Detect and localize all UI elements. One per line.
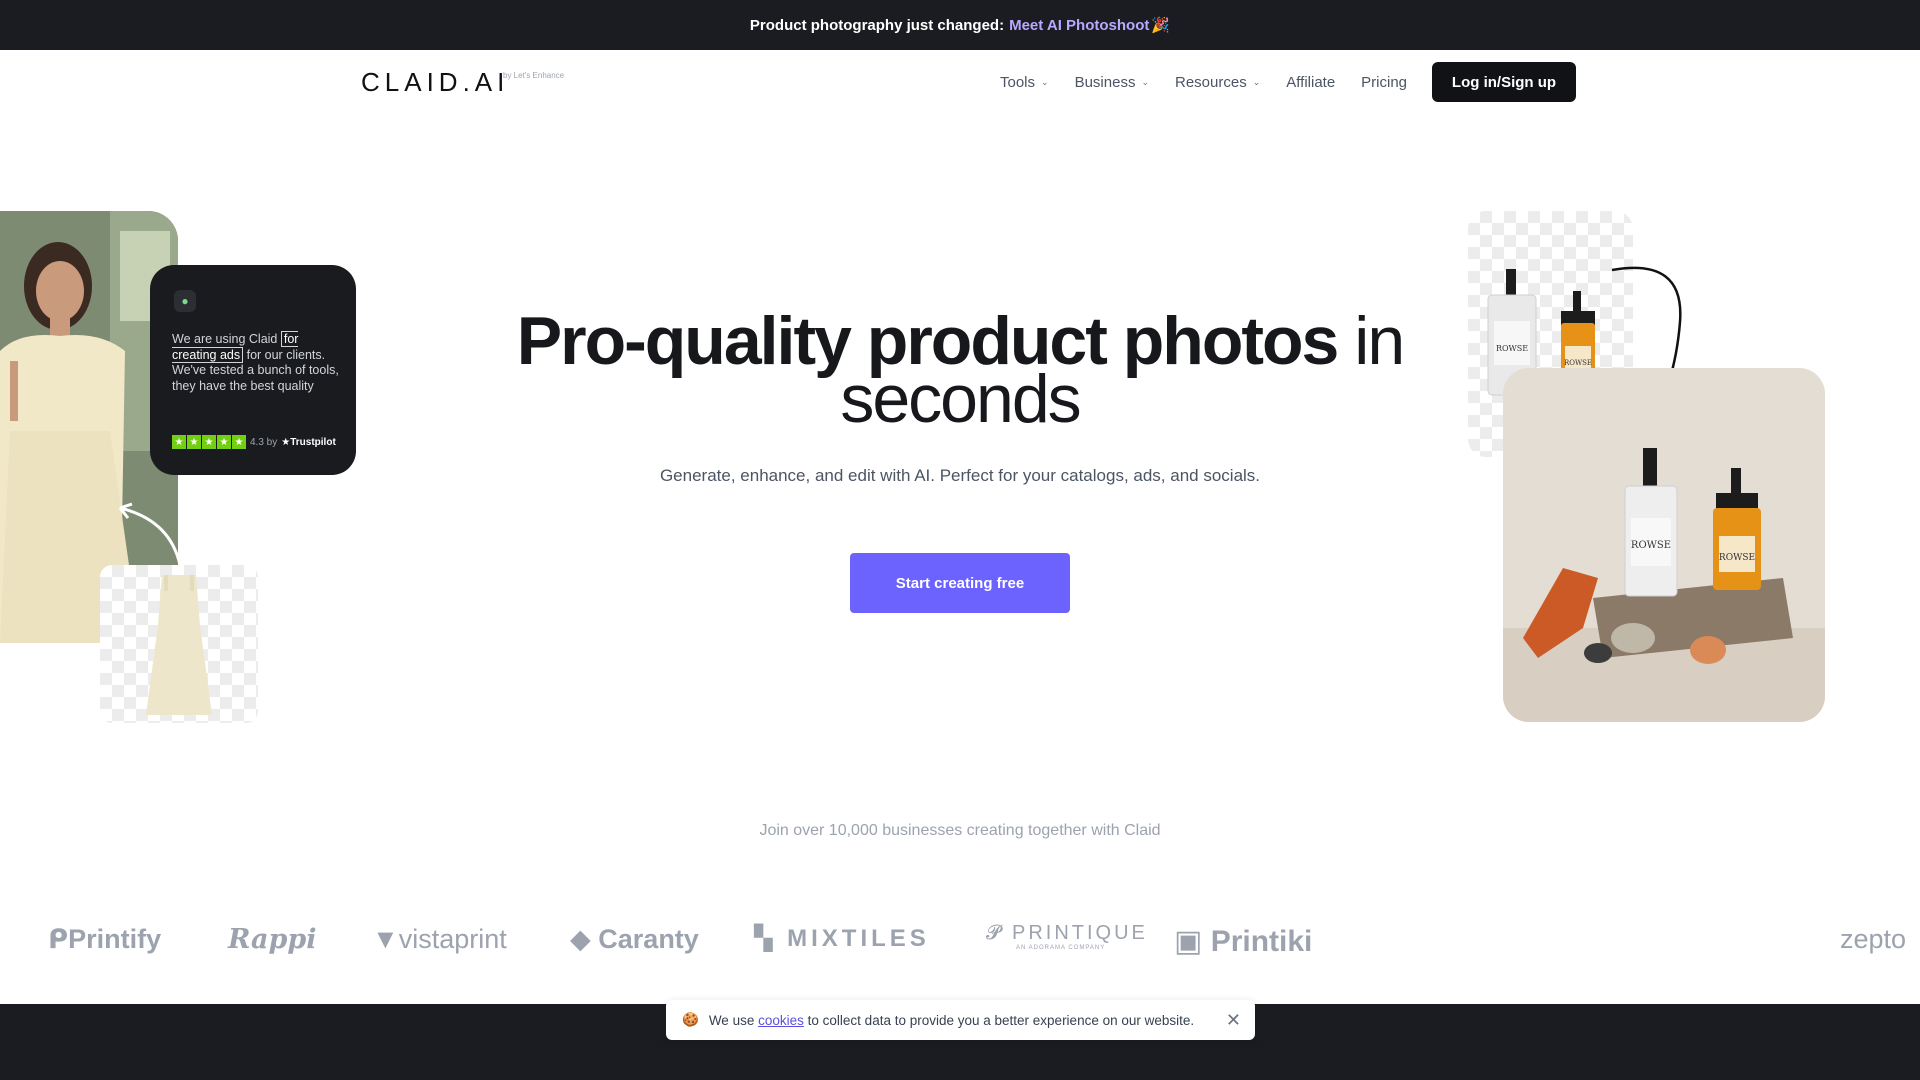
star-icon: ★ <box>202 435 216 449</box>
star-icon: ★ <box>187 435 201 449</box>
brand-logo-caranty: ◆ Caranty <box>570 924 699 955</box>
trustpilot-rating: ★ ★ ★ ★ ★ 4.3 by ★Trustpilot <box>172 435 336 449</box>
product-scene-illustration: ROWSE ROWSE <box>1503 368 1825 722</box>
nav-item-label: Pricing <box>1361 73 1408 91</box>
vistaprint-icon: ▼ <box>372 924 399 954</box>
nav-item-tools[interactable]: Tools ⌄ <box>1000 74 1049 91</box>
review-card: ● We are using Claid for creating ads fo… <box>150 265 356 475</box>
cookie-text: We use cookies to collect data to provid… <box>709 1013 1194 1028</box>
star-icon: ★ <box>172 435 186 449</box>
cookie-suffix: to collect data to provide you a better … <box>807 1012 1195 1028</box>
logo-subtitle: by Let's Enhance <box>503 71 565 80</box>
cookie-icon: 🍪 <box>682 1012 699 1027</box>
bottle-label: ROWSE <box>1631 540 1671 551</box>
star-icon: ★ <box>217 435 231 449</box>
brand-logo-printiki: ▣ Printiki <box>1174 924 1312 959</box>
curved-arrow-icon <box>118 502 182 566</box>
rating-stars: ★ ★ ★ ★ ★ <box>172 435 246 449</box>
bottle-label: ROWSE <box>1564 359 1592 367</box>
brand-logos: ᑭPrintify Rappi ▼vistaprint ◆ Caranty ▚ … <box>0 910 1920 970</box>
announcement-link[interactable]: Meet AI Photoshoot <box>1009 17 1149 34</box>
announcement-text: Product photography just changed: <box>749 16 1005 34</box>
chevron-down-icon: ⌄ <box>1141 76 1149 87</box>
printiki-icon: ▣ <box>1174 925 1203 958</box>
printique-icon: 𝓟 <box>986 922 1004 944</box>
nav-menu: Tools ⌄ Business ⌄ Resources ⌄ Affiliate… <box>1000 50 1407 114</box>
star-icon: ★ <box>232 435 246 449</box>
brand-logo-zepto: zepto <box>1840 924 1907 954</box>
user-icon: ● <box>174 290 196 312</box>
nav-item-label: Affiliate <box>1286 73 1336 91</box>
start-creating-button[interactable]: Start creating free <box>850 553 1070 613</box>
brand-logo-printique: 𝓟 PRINTIQUE AN ADORAMA COMPANY <box>986 922 1148 951</box>
top-nav: CLAID.AI by Let's Enhance Tools ⌄ Busine… <box>0 50 1920 114</box>
bottle-label: ROWSE <box>1719 553 1755 563</box>
brand-logo-mixtiles: ▚ MIXTILES <box>754 924 930 953</box>
chevron-down-icon: ⌄ <box>1252 76 1261 87</box>
nav-item-label: Resources <box>1175 73 1247 91</box>
brand-logo-vistaprint: ▼vistaprint <box>372 924 507 955</box>
nav-item-affiliate[interactable]: Affiliate <box>1286 74 1335 91</box>
review-quote: We are using Claid for creating ads for … <box>172 331 340 394</box>
brand-name: MIXTILES <box>787 925 930 952</box>
nav-item-resources[interactable]: Resources ⌄ <box>1175 74 1260 91</box>
brand-name: Caranty <box>598 924 699 954</box>
dress-cutout-image <box>100 565 258 723</box>
cookie-banner: 🍪 We use cookies to collect data to prov… <box>666 1000 1255 1040</box>
hero-subtitle: Generate, enhance, and edit with AI. Per… <box>659 466 1261 485</box>
hero-title-seconds: seconds <box>840 361 1081 437</box>
brand-name: Printiki <box>1210 925 1313 958</box>
brand-name: PRINTIQUE <box>1011 922 1148 944</box>
dress-illustration <box>146 575 212 715</box>
rating-text: 4.3 by <box>250 436 278 448</box>
nav-item-pricing[interactable]: Pricing <box>1361 74 1407 91</box>
party-icon: 🎉 <box>1151 17 1171 34</box>
mixtiles-icon: ▚ <box>754 925 777 952</box>
brand-name: vistaprint <box>398 924 507 954</box>
bottle-label: ROWSE <box>1496 344 1528 353</box>
nav-item-label: Business <box>1074 73 1136 91</box>
social-proof-text: Join over 10,000 businesses creating tog… <box>759 822 1161 839</box>
brand-sub: AN ADORAMA COMPANY <box>1016 945 1106 951</box>
caranty-icon: ◆ <box>570 924 591 954</box>
brand-logo-rappi: Rappi <box>228 924 317 955</box>
trustpilot-label: Trustpilot <box>290 436 336 448</box>
brand-name: Printify <box>68 924 162 954</box>
printify-icon: ᑭ <box>48 924 69 954</box>
announcement-bar: Product photography just changed: Meet A… <box>0 0 1920 50</box>
login-signup-button[interactable]: Log in/Sign up <box>1432 62 1576 102</box>
chevron-down-icon: ⌄ <box>1041 76 1049 87</box>
hero-title: Pro-quality product photos in seconds <box>460 307 1460 433</box>
claid-logo[interactable]: CLAID.AI <box>361 67 509 98</box>
cookie-prefix: We use <box>708 1012 755 1028</box>
close-icon[interactable]: ✕ <box>1226 1010 1241 1031</box>
nav-item-label: Tools <box>1000 73 1036 91</box>
hero-title-in: in <box>1354 303 1405 379</box>
product-scene-image: ROWSE ROWSE <box>1503 368 1825 722</box>
brand-logo-printify: ᑭPrintify <box>48 924 161 955</box>
trustpilot-logo: ★Trustpilot <box>281 436 336 448</box>
quote-start: We are using Claid <box>172 332 278 346</box>
nav-item-business[interactable]: Business ⌄ <box>1075 74 1149 91</box>
cookies-link[interactable]: cookies <box>758 1013 804 1028</box>
